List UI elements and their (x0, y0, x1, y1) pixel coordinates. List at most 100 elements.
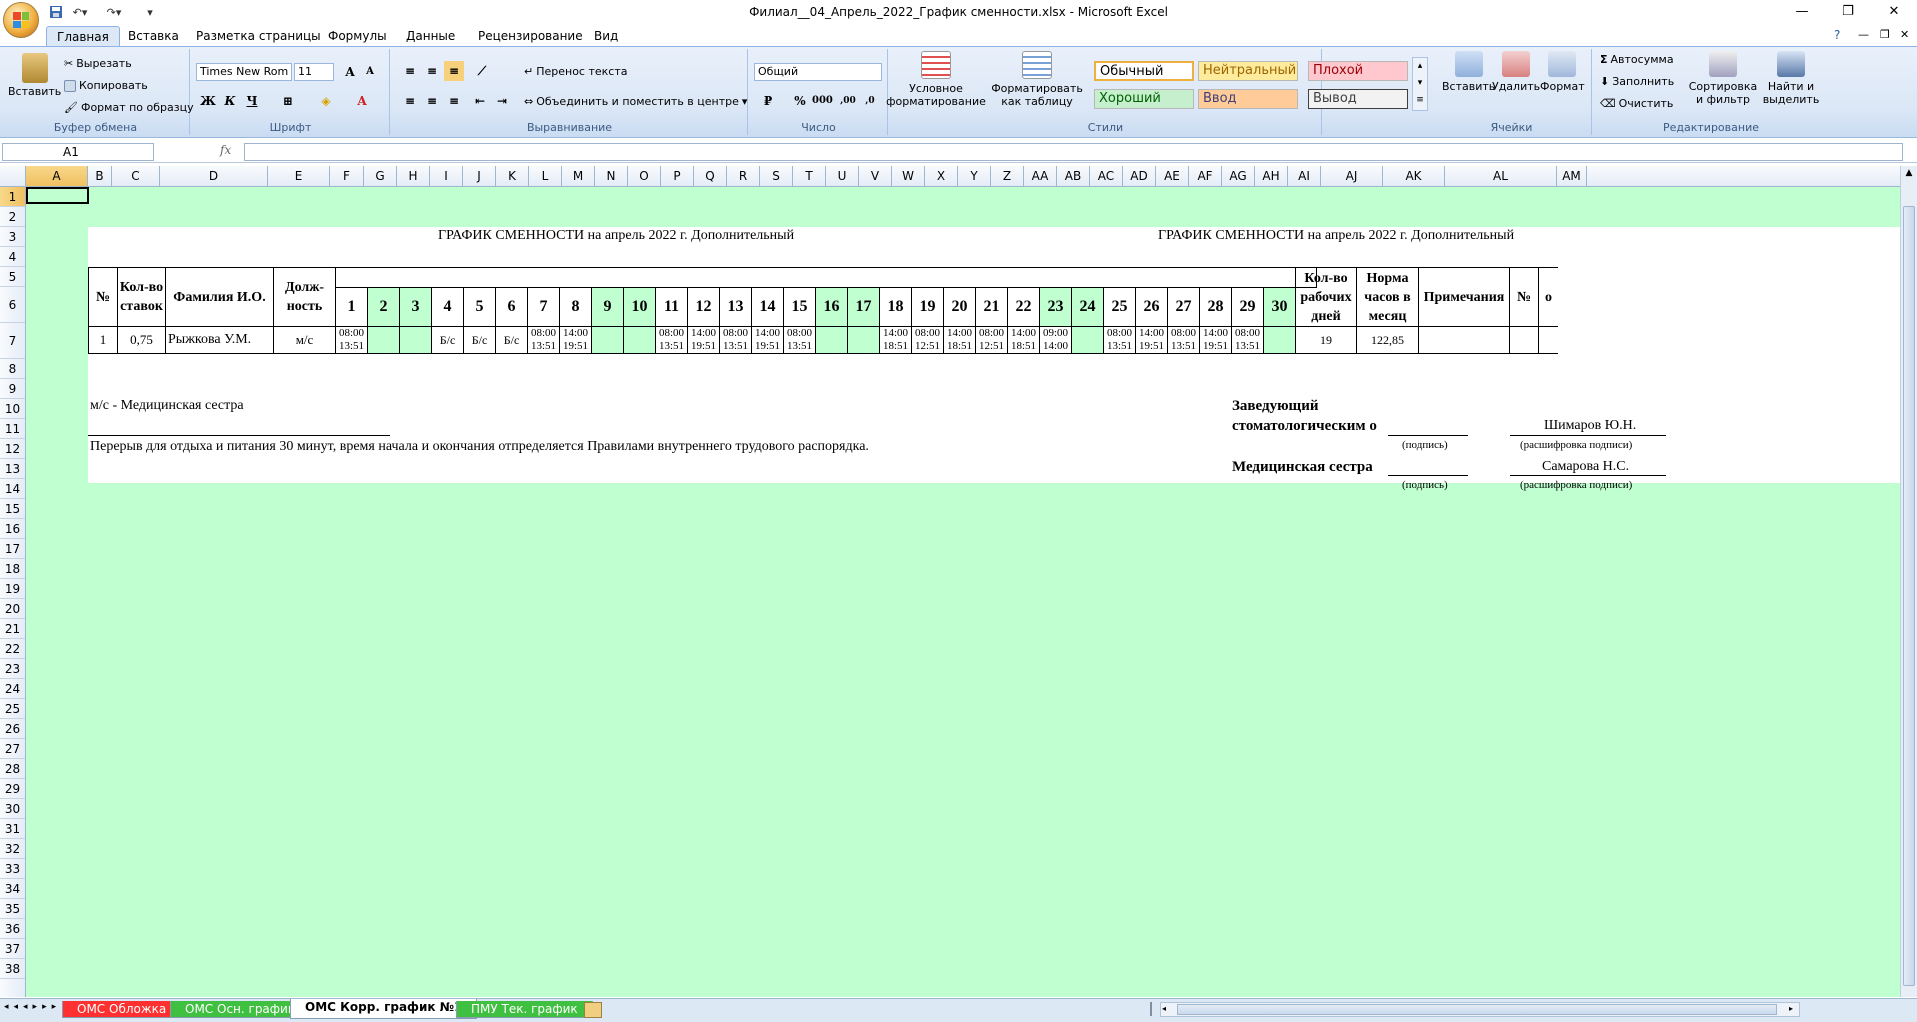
column-header-ak[interactable]: AK (1383, 166, 1445, 186)
sort-filter-button[interactable]: Сортировка и фильтр (1689, 51, 1757, 106)
row-header-8[interactable]: 8 (0, 359, 25, 379)
column-header-f[interactable]: F (330, 166, 364, 186)
column-header-y[interactable]: Y (958, 166, 991, 186)
scroll-thumb[interactable] (1903, 206, 1915, 986)
column-header-am[interactable]: AM (1557, 166, 1587, 186)
tab-page-layout[interactable]: Разметка страницы (186, 26, 331, 46)
wb-minimize-icon[interactable]: — (1858, 28, 1869, 41)
column-header-al[interactable]: AL (1445, 166, 1557, 186)
column-header-af[interactable]: AF (1189, 166, 1222, 186)
format-painter-button[interactable]: 🖌 Формат по образцу (64, 101, 194, 114)
row-header-21[interactable]: 21 (0, 619, 25, 639)
shrink-font-button[interactable]: A (360, 62, 380, 82)
row-header-32[interactable]: 32 (0, 839, 25, 859)
row-header-3[interactable]: 3 (0, 227, 25, 247)
align-left-icon[interactable]: ≡ (400, 91, 420, 111)
column-header-ad[interactable]: AD (1123, 166, 1156, 186)
scroll-right-icon[interactable]: ▸ (1789, 1004, 1797, 1013)
decrease-decimal-icon[interactable]: ,0 (860, 91, 880, 111)
row-header-37[interactable]: 37 (0, 939, 25, 959)
column-header-t[interactable]: T (793, 166, 826, 186)
row-header-5[interactable]: 5 (0, 267, 25, 287)
column-header-k[interactable]: K (496, 166, 529, 186)
tab-split-handle[interactable] (1150, 1002, 1158, 1016)
tab-insert[interactable]: Вставка (118, 26, 189, 46)
grow-font-button[interactable]: A (340, 62, 360, 82)
orientation-icon[interactable]: ⟋ (472, 61, 492, 81)
row-header-4[interactable]: 4 (0, 247, 25, 267)
row-header-35[interactable]: 35 (0, 899, 25, 919)
row-header-24[interactable]: 24 (0, 679, 25, 699)
worksheet-grid[interactable]: ГРАФИК СМЕННОСТИ на апрель 2022 г. Допол… (26, 187, 1900, 997)
sheet-tab-cover[interactable]: ОМС Обложка (62, 1001, 182, 1018)
merge-center-button[interactable]: ⇔ Объединить и поместить в центре ▾ (524, 95, 747, 108)
column-header-e[interactable]: E (268, 166, 330, 186)
number-format-combo[interactable]: Общий (754, 63, 882, 81)
row-header-15[interactable]: 15 (0, 499, 25, 519)
row-header-33[interactable]: 33 (0, 859, 25, 879)
row-header-10[interactable]: 10 (0, 399, 25, 419)
column-header-u[interactable]: U (826, 166, 859, 186)
row-header-27[interactable]: 27 (0, 739, 25, 759)
copy-button[interactable]: Копировать (64, 79, 148, 92)
row-header-25[interactable]: 25 (0, 699, 25, 719)
conditional-formatting-button[interactable]: Условное форматирование (886, 51, 986, 108)
row-header-13[interactable]: 13 (0, 459, 25, 479)
row-header-1[interactable]: 1 (0, 187, 25, 207)
column-header-n[interactable]: N (595, 166, 628, 186)
row-header-19[interactable]: 19 (0, 579, 25, 599)
column-header-aj[interactable]: AJ (1321, 166, 1383, 186)
column-header-i[interactable]: I (430, 166, 463, 186)
save-icon[interactable] (48, 4, 64, 20)
row-header-38[interactable]: 38 (0, 959, 25, 979)
row-header-36[interactable]: 36 (0, 919, 25, 939)
h-scroll-thumb[interactable] (1177, 1004, 1777, 1015)
tab-review[interactable]: Рецензирование (468, 26, 593, 46)
row-header-18[interactable]: 18 (0, 559, 25, 579)
bold-button[interactable]: Ж (198, 91, 218, 111)
style-normal[interactable]: Обычный (1094, 61, 1194, 81)
align-top-icon[interactable]: ≡ (400, 61, 420, 81)
row-header-28[interactable]: 28 (0, 759, 25, 779)
minimize-button[interactable]: — (1787, 2, 1817, 22)
vertical-scrollbar[interactable]: ▲ (1900, 166, 1917, 997)
column-header-s[interactable]: S (760, 166, 793, 186)
undo-icon[interactable]: ↶▾ (70, 4, 90, 20)
column-header-w[interactable]: W (892, 166, 925, 186)
column-header-ab[interactable]: AB (1057, 166, 1090, 186)
column-header-x[interactable]: X (925, 166, 958, 186)
column-header-aa[interactable]: AA (1024, 166, 1057, 186)
style-bad[interactable]: Плохой (1308, 61, 1408, 81)
row-header-30[interactable]: 30 (0, 799, 25, 819)
cut-button[interactable]: ✂ Вырезать (64, 57, 132, 70)
formula-input[interactable] (244, 143, 1903, 161)
row-header-31[interactable]: 31 (0, 819, 25, 839)
row-header-29[interactable]: 29 (0, 779, 25, 799)
column-header-ag[interactable]: AG (1222, 166, 1255, 186)
help-icon[interactable]: ? (1834, 28, 1840, 42)
column-header-h[interactable]: H (397, 166, 430, 186)
column-header-z[interactable]: Z (991, 166, 1024, 186)
column-header-o[interactable]: O (628, 166, 661, 186)
row-header-34[interactable]: 34 (0, 879, 25, 899)
row-header-9[interactable]: 9 (0, 379, 25, 399)
percent-icon[interactable]: % (790, 91, 810, 111)
align-bottom-icon[interactable]: ≡ (444, 61, 464, 81)
italic-button[interactable]: К (220, 91, 240, 111)
row-header-26[interactable]: 26 (0, 719, 25, 739)
tab-formulas[interactable]: Формулы (318, 26, 397, 46)
tab-data[interactable]: Данные (396, 26, 465, 46)
font-name-combo[interactable]: Times New Rom (196, 63, 292, 81)
font-size-combo[interactable]: 11 (294, 63, 334, 81)
column-header-j[interactable]: J (463, 166, 496, 186)
column-header-c[interactable]: C (112, 166, 160, 186)
restore-button[interactable]: ❐ (1833, 2, 1863, 22)
row-header-11[interactable]: 11 (0, 419, 25, 439)
increase-indent-icon[interactable]: ⇥ (492, 91, 512, 111)
paste-button[interactable]: Вставить (8, 53, 61, 98)
align-right-icon[interactable]: ≡ (444, 91, 464, 111)
row-header-20[interactable]: 20 (0, 599, 25, 619)
fill-button[interactable]: ⬇ Заполнить (1600, 75, 1674, 88)
sheet-tab-corr-schedule[interactable]: ОМС Корр. график №1 (290, 999, 478, 1019)
column-header-g[interactable]: G (364, 166, 397, 186)
